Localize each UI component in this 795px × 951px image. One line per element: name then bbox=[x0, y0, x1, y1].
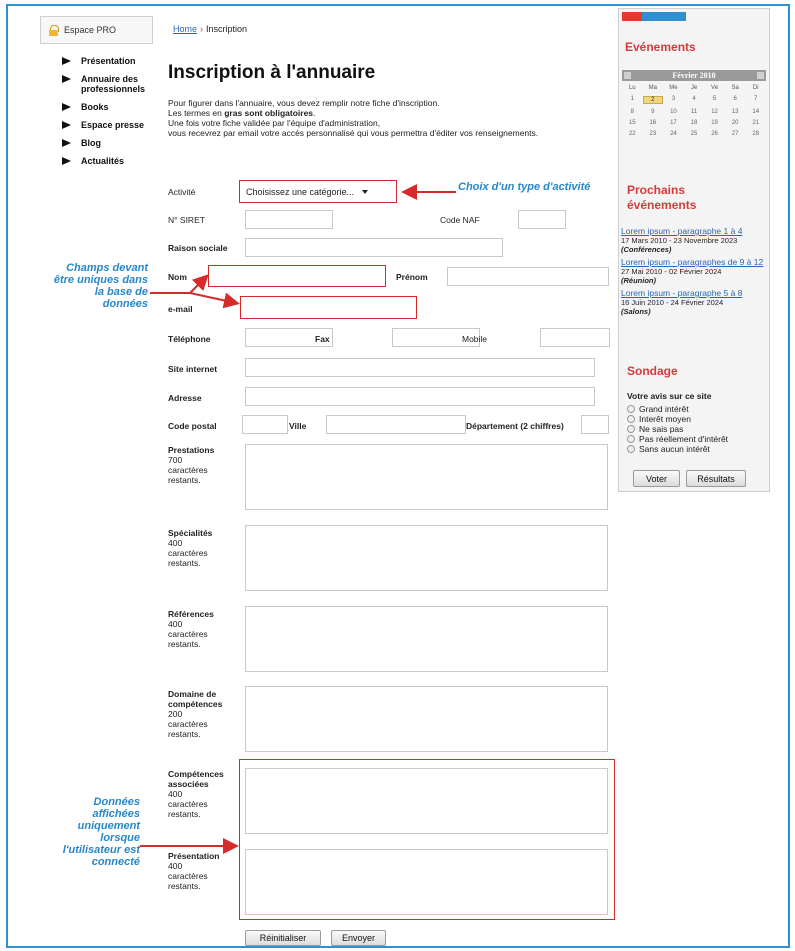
event-link[interactable]: Lorem ipsum - paragraphes de 9 à 12 bbox=[621, 257, 763, 267]
event-link[interactable]: Lorem ipsum - paragraphe 1 à 4 bbox=[621, 226, 742, 236]
radio-icon[interactable] bbox=[627, 425, 635, 433]
calendar-day[interactable]: 21 bbox=[745, 120, 766, 126]
calendar-day-header: Me bbox=[669, 85, 678, 91]
calendar-day[interactable]: 8 bbox=[622, 109, 643, 115]
calendar-day[interactable]: 6 bbox=[725, 96, 746, 104]
vote-button[interactable]: Voter bbox=[633, 470, 680, 487]
calendar-day[interactable]: 26 bbox=[704, 131, 725, 137]
poll-question: Votre avis sur ce site bbox=[627, 391, 712, 401]
calendar-day[interactable]: 24 bbox=[663, 131, 684, 137]
calendar-next-icon[interactable] bbox=[756, 72, 764, 79]
calendar-day[interactable]: 14 bbox=[745, 109, 766, 115]
calendar-day[interactable]: 7 bbox=[745, 96, 766, 104]
event-dates: 17 Mars 2010 - 23 Novembre 2023 bbox=[621, 236, 738, 245]
calendar-day-header: Ve bbox=[711, 85, 719, 91]
upcoming-events-title: Prochains événements bbox=[627, 183, 697, 212]
calendar-day-header: Sa bbox=[731, 85, 739, 91]
calendar-day[interactable]: 25 bbox=[684, 131, 705, 137]
calendar-day[interactable]: 20 bbox=[725, 120, 746, 126]
calendar-day[interactable]: 28 bbox=[745, 131, 766, 137]
calendar-day[interactable]: 22 bbox=[622, 131, 643, 137]
event-link[interactable]: Lorem ipsum - paragraphe 5 à 8 bbox=[621, 288, 742, 298]
calendar-day[interactable]: 23 bbox=[643, 131, 664, 137]
calendar-day[interactable]: 15 bbox=[622, 120, 643, 126]
calendar-grid: Lu Ma Me Je Ve Sa Di 1 2 3 4 5 6 7 8 9 10 11 12 13 14 15 16 17 1… bbox=[622, 85, 766, 137]
poll-option[interactable]: Sans aucun intérêt bbox=[627, 444, 767, 454]
calendar-day[interactable]: 27 bbox=[725, 131, 746, 137]
event-item: Lorem ipsum - paragraphe 1 à 4 17 Mars 2… bbox=[621, 226, 767, 255]
event-category: (Salons) bbox=[621, 307, 651, 316]
poll-title: Sondage bbox=[627, 364, 678, 378]
event-list: Lorem ipsum - paragraphe 1 à 4 17 Mars 2… bbox=[621, 226, 767, 317]
calendar-day[interactable]: 16 bbox=[643, 120, 664, 126]
event-category: (Réunion) bbox=[621, 276, 656, 285]
radio-icon[interactable] bbox=[627, 445, 635, 453]
event-item: Lorem ipsum - paragraphes de 9 à 12 27 M… bbox=[621, 257, 767, 286]
radio-icon[interactable] bbox=[627, 435, 635, 443]
calendar-day[interactable]: 4 bbox=[684, 96, 705, 104]
events-title: Evénements bbox=[625, 40, 696, 54]
event-dates: 27 Mai 2010 - 02 Février 2024 bbox=[621, 267, 722, 276]
radio-icon[interactable] bbox=[627, 415, 635, 423]
radio-icon[interactable] bbox=[627, 405, 635, 413]
calendar-month: Février 2010 bbox=[672, 71, 716, 80]
calendar-day[interactable]: 12 bbox=[704, 109, 725, 115]
calendar-day[interactable]: 10 bbox=[663, 109, 684, 115]
calendar-day-header: Lu bbox=[628, 85, 636, 91]
event-dates: 16 Juin 2010 - 24 Février 2024 bbox=[621, 298, 724, 307]
calendar: Février 2010 Lu Ma Me Je Ve Sa Di 1 2 3 4 5 6 7 8 9 10 11… bbox=[622, 70, 766, 137]
event-item: Lorem ipsum - paragraphe 5 à 8 16 Juin 2… bbox=[621, 288, 767, 317]
poll-option[interactable]: Pas réellement d'intérêt bbox=[627, 434, 767, 444]
calendar-day[interactable]: 3 bbox=[663, 96, 684, 104]
calendar-day[interactable]: 11 bbox=[684, 109, 705, 115]
calendar-day[interactable]: 18 bbox=[684, 120, 705, 126]
poll: Votre avis sur ce site Grand intérêt Int… bbox=[627, 391, 767, 454]
flag-icon bbox=[622, 12, 686, 21]
calendar-day[interactable]: 19 bbox=[704, 120, 725, 126]
calendar-day-header: Ma bbox=[648, 85, 658, 91]
poll-option[interactable]: Ne sais pas bbox=[627, 424, 767, 434]
arrow-unique-email bbox=[189, 292, 240, 309]
calendar-day[interactable]: 1 bbox=[622, 96, 643, 104]
arrow-unique-nom bbox=[189, 274, 209, 294]
calendar-prev-icon[interactable] bbox=[624, 72, 631, 79]
event-category: (Conférences) bbox=[621, 245, 672, 254]
calendar-day[interactable]: 13 bbox=[725, 109, 746, 115]
calendar-day[interactable]: 2 bbox=[642, 96, 664, 104]
calendar-day[interactable]: 5 bbox=[704, 96, 725, 104]
calendar-day-header: Di bbox=[752, 85, 759, 91]
poll-option[interactable]: Interêt moyen bbox=[627, 414, 767, 424]
results-button[interactable]: Résultats bbox=[686, 470, 746, 487]
calendar-header: Février 2010 bbox=[622, 70, 766, 81]
calendar-day[interactable]: 17 bbox=[663, 120, 684, 126]
calendar-day-header: Je bbox=[690, 85, 698, 91]
poll-option[interactable]: Grand intérêt bbox=[627, 404, 767, 414]
calendar-day[interactable]: 9 bbox=[643, 109, 664, 115]
